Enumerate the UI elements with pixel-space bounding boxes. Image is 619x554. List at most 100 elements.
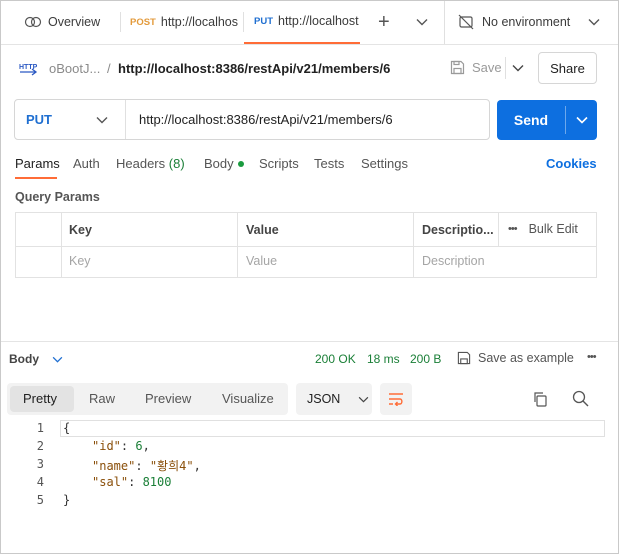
code-line-2: "id": 6,	[92, 439, 150, 453]
tab-settings-label: Settings	[361, 156, 408, 171]
wrap-lines-icon	[380, 383, 412, 415]
http-request-icon: HTTP	[18, 59, 38, 79]
cookies-label: Cookies	[546, 156, 597, 171]
param-description-input[interactable]: Description	[422, 254, 485, 268]
response-body-label: Body	[9, 352, 39, 366]
tab-body[interactable]: Body	[204, 156, 244, 171]
json-value: 8100	[142, 475, 172, 489]
view-tab-raw[interactable]: Raw	[89, 391, 115, 406]
save-as-example-button[interactable]: Save as example	[456, 350, 574, 365]
tab-put-request[interactable]: PUT http://localhost	[244, 0, 360, 44]
save-label: Save	[472, 59, 502, 75]
view-tab-pretty[interactable]: Pretty	[23, 391, 57, 406]
format-chevron-icon	[357, 394, 369, 404]
line-number: 5	[36, 493, 44, 507]
current-line-highlight	[60, 420, 605, 437]
send-options-chevron-icon[interactable]	[566, 100, 597, 140]
param-key-input[interactable]: Key	[69, 254, 91, 268]
tab-overview-label: Overview	[48, 15, 101, 29]
tab-scripts[interactable]: Scripts	[259, 156, 299, 171]
tab-auth-label: Auth	[73, 156, 100, 171]
send-button-group: Send	[497, 100, 597, 140]
tab-bar: Overview POST http://localhos PUT http:/…	[0, 0, 619, 45]
method-label: PUT	[26, 112, 52, 127]
plus-icon: +	[378, 10, 390, 33]
line-number: 2	[36, 439, 44, 453]
response-view-tabs: Pretty Raw Preview Visualize	[7, 383, 288, 415]
share-label: Share	[550, 60, 585, 76]
tab-headers-label: Headers	[116, 156, 166, 171]
tab-post-method: POST	[130, 16, 156, 28]
tab-tests[interactable]: Tests	[314, 156, 344, 171]
body-indicator-dot-icon	[237, 160, 244, 167]
response-more-icon[interactable]: •••	[587, 351, 597, 363]
environment-label: No environment	[482, 15, 571, 29]
method-selector[interactable]: PUT	[15, 100, 125, 139]
tab-auth[interactable]: Auth	[73, 156, 100, 171]
query-params-title: Query Params	[15, 190, 100, 204]
save-button[interactable]: Save	[449, 59, 502, 75]
tab-headers[interactable]: Headers (8)	[116, 156, 185, 171]
overview-icon	[24, 15, 42, 29]
query-params-table: Key Value Descriptio... ••• Bulk Edit Ke…	[15, 212, 597, 278]
response-time[interactable]: 18 ms	[367, 352, 400, 366]
response-size[interactable]: 200 B	[410, 352, 441, 366]
column-header-description: Descriptio...	[422, 223, 494, 237]
tab-headers-count: (8)	[168, 156, 185, 171]
tab-scripts-label: Scripts	[259, 156, 299, 171]
url-bar: PUT http://localhost:8386/restApi/v21/me…	[14, 99, 490, 140]
response-body-selector[interactable]: Body	[9, 352, 63, 366]
breadcrumb-separator: /	[107, 61, 111, 76]
save-example-icon	[456, 350, 471, 365]
tab-overview[interactable]: Overview	[24, 0, 116, 44]
response-status[interactable]: 200 OK	[315, 352, 356, 366]
param-value-input[interactable]: Value	[246, 254, 277, 268]
method-chevron-icon	[96, 115, 108, 125]
svg-text:HTTP: HTTP	[19, 64, 38, 71]
cookies-link[interactable]: Cookies	[546, 156, 597, 171]
environment-chevron-icon	[588, 17, 600, 27]
copy-icon[interactable]	[531, 390, 549, 408]
send-label: Send	[513, 112, 549, 128]
share-button[interactable]: Share	[538, 52, 597, 84]
breadcrumb-request-name[interactable]: http://localhost:8386/restApi/v21/member…	[118, 61, 390, 76]
column-header-key: Key	[69, 223, 92, 237]
code-line-3: "name": "황희4",	[92, 459, 201, 473]
tab-params-label: Params	[15, 156, 60, 171]
code-line-4: "sal": 8100	[92, 475, 172, 489]
new-tab-button[interactable]: +	[378, 0, 400, 44]
breadcrumb-collection[interactable]: oBootJ...	[49, 61, 100, 76]
json-key: "name"	[92, 459, 136, 473]
json-value: "황희4"	[149, 459, 194, 473]
wrap-lines-button[interactable]	[380, 383, 412, 415]
bulk-edit-label: Bulk Edit	[528, 222, 578, 236]
view-tab-visualize[interactable]: Visualize	[222, 391, 274, 406]
send-button[interactable]: Send	[497, 100, 565, 140]
tab-put-url: http://localhost	[278, 14, 359, 28]
environment-selector[interactable]: No environment	[458, 0, 608, 44]
format-label: JSON	[307, 392, 341, 406]
response-body-chevron-icon	[51, 354, 63, 364]
response-header-bar: Body 200 OK 18 ms 200 B Save as example …	[0, 341, 619, 377]
bulk-edit-button[interactable]: ••• Bulk Edit	[508, 222, 578, 236]
save-icon	[449, 59, 465, 75]
search-icon[interactable]	[571, 389, 589, 407]
code-line-5: }	[63, 493, 71, 507]
tab-body-label: Body	[204, 156, 234, 171]
url-input[interactable]: http://localhost:8386/restApi/v21/member…	[139, 112, 393, 127]
column-header-value: Value	[246, 223, 279, 237]
json-value: 6	[135, 439, 143, 453]
format-selector[interactable]: JSON	[296, 383, 372, 415]
view-tab-preview[interactable]: Preview	[145, 391, 191, 406]
tabs-dropdown-chevron-icon[interactable]	[414, 14, 430, 30]
json-key: "sal"	[92, 475, 129, 489]
active-tab-indicator	[15, 177, 57, 179]
line-number: 1	[36, 421, 44, 435]
tab-post-request[interactable]: POST http://localhos	[130, 0, 240, 44]
tab-settings[interactable]: Settings	[361, 156, 408, 171]
line-number: 4	[36, 475, 44, 489]
save-dropdown-chevron-icon[interactable]	[510, 60, 526, 76]
tab-params[interactable]: Params	[15, 156, 60, 171]
line-number: 3	[36, 457, 44, 471]
json-key: "id"	[92, 439, 121, 453]
